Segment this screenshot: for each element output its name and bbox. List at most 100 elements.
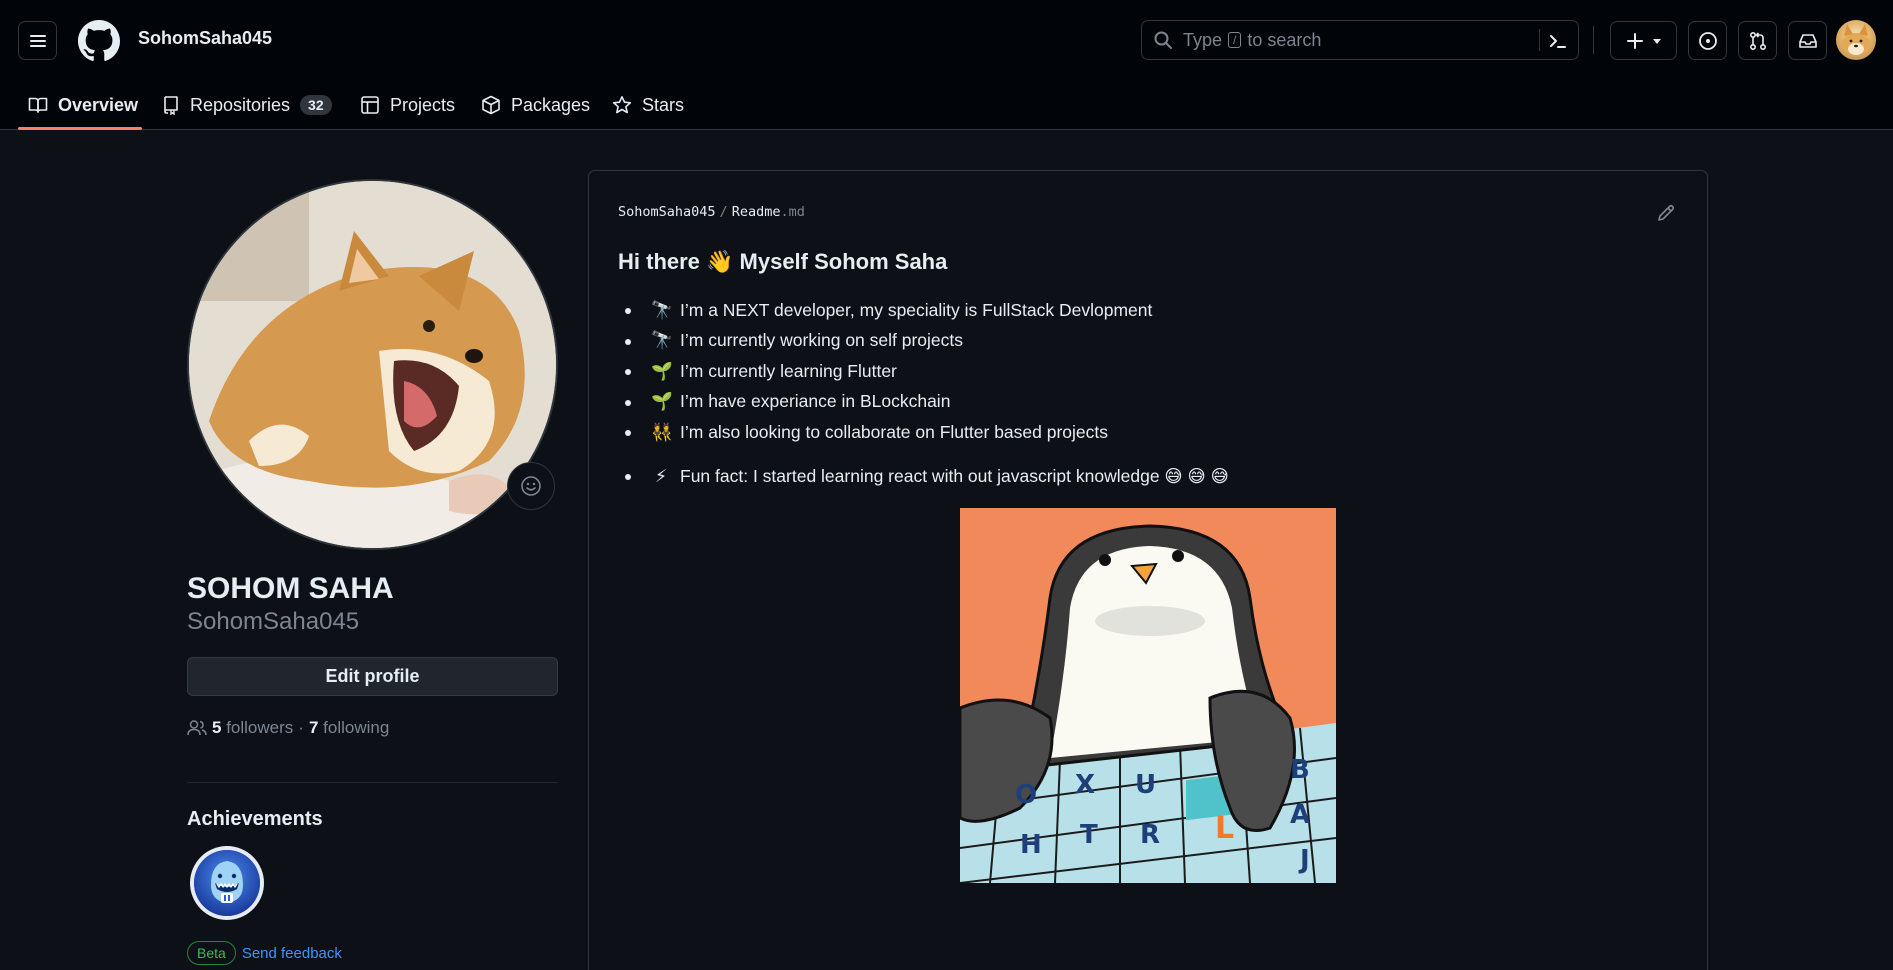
readme-file-ext: .md	[780, 204, 805, 220]
followers-label: followers	[226, 718, 294, 737]
list-item-text: I’m currently learning Flutter	[680, 360, 897, 381]
readme-file-link[interactable]: Readme.md	[732, 204, 805, 220]
fun-fact-text: Fun fact: I started learning react with …	[680, 465, 1229, 486]
plus-icon	[1626, 32, 1643, 49]
inbox-icon	[1798, 33, 1817, 48]
achievement-badge[interactable]	[189, 845, 265, 921]
caret-down-icon	[1652, 38, 1661, 44]
list-item: 👯 I’m also looking to collaborate on Flut…	[618, 417, 1152, 448]
search-prefix: Type	[1183, 29, 1223, 50]
pull-requests-button[interactable]	[1738, 21, 1777, 60]
github-logo-icon[interactable]	[78, 20, 120, 62]
star-icon	[612, 95, 632, 114]
svg-text:H: H	[1020, 830, 1042, 860]
readme-path: SohomSaha045 / Readme.md	[618, 204, 805, 220]
readme-path-separator: /	[719, 204, 728, 220]
user-avatar-menu[interactable]	[1836, 20, 1876, 60]
hamburger-icon	[29, 34, 46, 47]
edit-profile-button[interactable]: Edit profile	[187, 657, 558, 696]
repositories-count-badge: 32	[300, 95, 332, 115]
profile-readme: SohomSaha045 / Readme.md Hi there 👋 Myse…	[588, 170, 1708, 970]
followers-count: 5	[212, 718, 222, 737]
followers-link[interactable]: 5 followers	[212, 718, 293, 738]
shiba-avatar-illustration	[189, 181, 556, 548]
menu-button[interactable]	[18, 21, 57, 60]
pencil-icon	[1658, 204, 1675, 221]
svg-text:L: L	[1215, 811, 1234, 846]
list-item: 🔭 I’m currently working on self projects	[618, 326, 1152, 357]
tab-packages-label: Packages	[511, 94, 591, 115]
profile-login: SohomSaha045	[187, 608, 360, 635]
list-item-text: I’m also looking to collaborate on Flutt…	[680, 421, 1109, 442]
list-item: 🌱 I’m currently learning Flutter	[618, 356, 1152, 387]
tab-repositories-label: Repositories	[190, 94, 291, 115]
edit-readme-button[interactable]	[1656, 203, 1676, 223]
svg-text:U: U	[1135, 770, 1156, 800]
doge-avatar-icon	[1842, 24, 1870, 55]
svg-text:A: A	[1290, 800, 1310, 830]
tab-projects[interactable]: Projects	[360, 80, 455, 130]
tab-repositories[interactable]: Repositories 32	[162, 80, 332, 130]
issue-icon	[1698, 31, 1717, 50]
follow-separator: ·	[298, 718, 304, 737]
svg-text:J: J	[1298, 845, 1310, 875]
beta-label: Beta	[187, 941, 236, 965]
following-link[interactable]: 7 following	[309, 718, 389, 738]
tab-stars-label: Stars	[642, 94, 685, 115]
tab-projects-label: Projects	[390, 94, 456, 115]
search-suffix: to search	[1247, 29, 1322, 50]
svg-text:B: B	[1290, 755, 1310, 785]
tab-overview-label: Overview	[58, 94, 139, 115]
tab-overview[interactable]: Overview	[28, 80, 138, 130]
profile-avatar[interactable]	[187, 179, 558, 550]
svg-text:O: O	[1015, 780, 1037, 810]
top-bar: SohomSaha045 Type / to search	[0, 0, 1893, 80]
create-new-button[interactable]	[1610, 21, 1677, 60]
search-input[interactable]: Type / to search	[1141, 20, 1579, 60]
set-status-button[interactable]	[507, 462, 555, 510]
profile-tabs: Overview Repositories 32 Projects Packag…	[0, 80, 1893, 130]
book-icon	[28, 97, 48, 113]
list-item-text: I’m a NEXT developer, my speciality is F…	[680, 299, 1153, 320]
telescope-icon: 🔭	[651, 330, 673, 351]
profile-full-name: SOHOM SAHA	[187, 572, 394, 605]
readme-owner-link[interactable]: SohomSaha045	[618, 204, 716, 220]
sidebar-divider	[187, 782, 558, 783]
list-item: ⚡ Fun fact: I started learning react with…	[618, 461, 1229, 492]
list-item-text: I’m have experiance in BLockchain	[680, 391, 951, 412]
lightning-icon: ⚡	[654, 465, 668, 486]
pull-request-icon	[1749, 31, 1766, 50]
list-item: 🔭 I’m a NEXT developer, my speciality is …	[618, 295, 1152, 326]
achievements-heading[interactable]: Achievements	[187, 808, 323, 831]
people-icon	[187, 720, 207, 736]
tab-stars[interactable]: Stars	[612, 80, 684, 130]
smiley-icon	[521, 476, 541, 496]
people-dancing-icon: 👯	[651, 421, 673, 442]
header-username[interactable]: SohomSaha045	[138, 28, 272, 49]
repo-icon	[164, 96, 178, 115]
command-palette-icon[interactable]	[1548, 31, 1568, 51]
package-icon	[482, 95, 500, 115]
svg-text:T: T	[1080, 820, 1098, 850]
svg-text:X: X	[1075, 770, 1095, 800]
active-tab-indicator	[18, 127, 142, 130]
global-header: SohomSaha045 Type / to search Overview R…	[0, 0, 1893, 130]
penguin-illustration: O X U H T R B A J L	[960, 508, 1336, 883]
telescope-icon: 🔭	[651, 299, 673, 320]
issues-button[interactable]	[1688, 21, 1727, 60]
readme-fun-fact-list: ⚡ Fun fact: I started learning react with…	[618, 461, 1229, 492]
seedling-icon: 🌱	[651, 391, 673, 412]
search-key-hint: /	[1228, 32, 1242, 48]
svg-text:R: R	[1140, 820, 1160, 850]
send-feedback-link[interactable]: Send feedback	[242, 945, 342, 962]
search-divider	[1539, 29, 1540, 51]
list-item: 🌱 I’m have experiance in BLockchain	[618, 387, 1152, 418]
tab-packages[interactable]: Packages	[481, 80, 590, 130]
following-label: following	[323, 718, 390, 737]
list-item-text: I’m currently working on self projects	[680, 330, 964, 351]
search-placeholder: Type / to search	[1183, 30, 1321, 51]
inbox-button[interactable]	[1788, 21, 1827, 60]
follow-stats: 5 followers · 7 following	[187, 718, 389, 738]
achievements-beta-row: Beta Send feedback	[187, 941, 342, 965]
header-separator	[1593, 26, 1594, 54]
